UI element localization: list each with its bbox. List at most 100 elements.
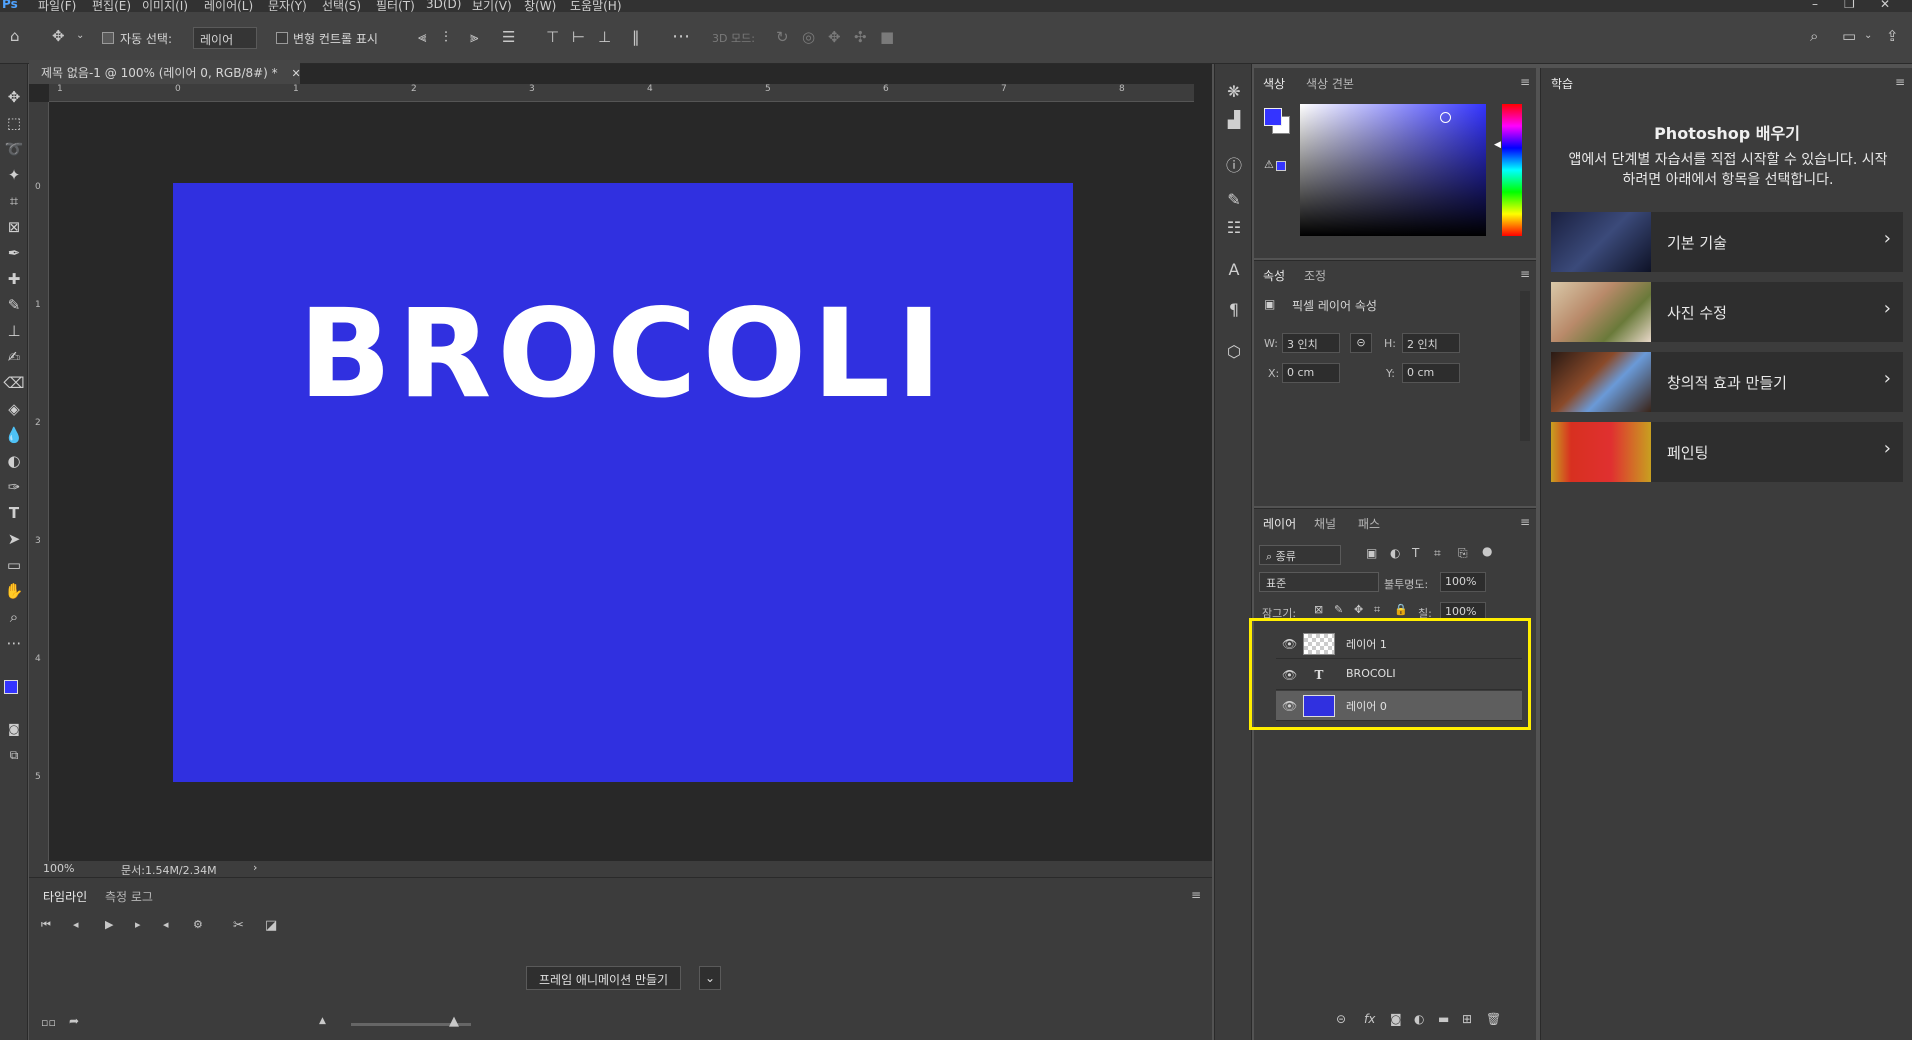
learn-menu-icon[interactable]: ≡ [1895,75,1905,89]
filter-shape-icon[interactable]: ⌗ [1434,547,1441,559]
learn-card-painting[interactable]: 페인팅 › [1551,422,1903,482]
align-middle-icon[interactable]: ⊢ [572,30,585,45]
tab-paths[interactable]: 패스 [1358,515,1380,532]
color-panel-menu-icon[interactable]: ≡ [1520,75,1530,89]
menu-file[interactable]: 파일(F) [38,0,76,12]
audio-icon[interactable]: ◂ [163,919,169,930]
play-icon[interactable]: ▶ [105,919,113,930]
distribute-horizontal-icon[interactable]: ‖ [632,30,640,45]
properties-menu-icon[interactable]: ≡ [1520,267,1530,281]
layers-menu-icon[interactable]: ≡ [1520,515,1530,529]
new-group-icon[interactable]: ▬ [1438,1013,1449,1025]
histogram-icon[interactable]: ▟ [1215,110,1253,129]
lock-all-icon[interactable]: 🔒 [1394,604,1408,615]
menu-select[interactable]: 선택(S) [322,0,361,12]
learn-card-creative-effects[interactable]: 창의적 효과 만들기 › [1551,352,1903,412]
lock-transparent-icon[interactable]: ⊠ [1314,604,1323,615]
panel-menu-icon[interactable]: ≡ [1191,888,1201,902]
search-icon[interactable]: ⌕ [1810,29,1818,44]
align-center-icon[interactable]: ⫶ [444,30,448,45]
crop-tool-icon[interactable]: ⌗ [3,190,25,212]
character-icon[interactable]: A [1215,260,1253,279]
more-options-icon[interactable]: ⋯ [672,28,690,46]
new-adjustment-layer-icon[interactable]: ◐ [1414,1013,1424,1025]
filter-adjustment-icon[interactable]: ◐ [1390,547,1400,559]
properties-scrollbar[interactable] [1520,291,1530,441]
align-right-icon[interactable]: ⫸ [470,30,478,45]
type-tool-icon[interactable]: T [3,502,25,524]
menu-3d[interactable]: 3D(D) [426,0,461,11]
move-tool-icon[interactable]: ✥ [3,86,25,108]
frame-tool-icon[interactable]: ⊠ [3,216,25,238]
convert-arrow-icon[interactable]: ➦ [69,1015,79,1027]
menu-view[interactable]: 보기(V) [472,0,512,12]
brush-settings-icon[interactable]: ✎ [1215,190,1253,209]
delete-layer-icon[interactable]: 🗑 [1486,1013,1501,1025]
x-field[interactable]: 0 cm [1282,363,1340,383]
menu-edit[interactable]: 편집(E) [92,0,131,12]
move-tool-icon[interactable]: ✥ [52,29,65,44]
3d-cube-icon[interactable]: ⬡ [1215,342,1253,361]
stamp-tool-icon[interactable]: ⊥ [3,320,25,342]
gamut-warning-icon[interactable]: ⚠ [1264,158,1274,171]
create-frame-animation-button[interactable]: 프레임 애니메이션 만들기 [526,966,682,990]
link-layers-icon[interactable]: ⊝ [1336,1013,1346,1025]
menu-image[interactable]: 이미지(I) [142,0,188,12]
adjustments-icon[interactable]: ☷ [1215,218,1253,237]
lock-pixels-icon[interactable]: ✎ [1334,604,1343,615]
add-mask-icon[interactable]: ◙ [1390,1013,1402,1025]
tab-adjustments[interactable]: 조정 [1304,267,1326,284]
magic-wand-tool-icon[interactable]: ✦ [3,164,25,186]
paragraph-icon[interactable]: ¶ [1215,300,1253,319]
previous-frame-icon[interactable]: ◂ [73,919,79,930]
navigator-icon[interactable]: ❋ [1215,82,1253,101]
paint-bucket-tool-icon[interactable]: ◈ [3,398,25,420]
color-field[interactable] [1300,104,1486,236]
hue-slider[interactable] [1502,104,1522,236]
distribute-icon[interactable]: ☰ [502,30,515,45]
close-tab-icon[interactable]: ✕ [292,67,301,80]
blend-mode-dropdown[interactable]: 표준 [1259,572,1379,592]
canvas-text-brocoli[interactable]: BROCOLI [173,283,1073,425]
zoom-level[interactable]: 100% [43,862,74,875]
healing-brush-tool-icon[interactable]: ✚ [3,268,25,290]
y-field[interactable]: 0 cm [1402,363,1460,383]
align-top-icon[interactable]: ⊤ [546,30,559,45]
color-picker-handle[interactable] [1440,112,1451,123]
frames-view-icon[interactable]: ▫▫ [41,1017,56,1028]
layer-filter-dropdown[interactable]: ⌕ 종류 [1259,545,1341,565]
marquee-tool-icon[interactable]: ⬚ [3,112,25,134]
chevron-down-icon[interactable]: ⌄ [76,31,84,41]
screen-mode-icon[interactable]: ⧉ [3,744,25,766]
next-frame-icon[interactable]: ▸ [135,919,141,930]
eyedropper-tool-icon[interactable]: ✒ [3,242,25,264]
lock-artboard-icon[interactable]: ⌗ [1374,604,1380,615]
learn-card-basic-skills[interactable]: 기본 기술 › [1551,212,1903,272]
pen-tool-icon[interactable]: ✑ [3,476,25,498]
minimize-icon[interactable]: – [1812,0,1818,11]
lock-position-icon[interactable]: ✥ [1354,604,1363,615]
menu-layer[interactable]: 레이어(L) [204,0,253,12]
menu-help[interactable]: 도움말(H) [570,0,622,12]
zoom-out-timeline-icon[interactable]: ▲ [319,1017,326,1026]
restore-icon[interactable]: ❐ [1844,0,1855,11]
filter-pixel-icon[interactable]: ▣ [1366,547,1377,559]
layer-style-fx-icon[interactable]: fx [1364,1013,1375,1025]
web-safe-swatch[interactable] [1276,161,1286,171]
tab-swatches[interactable]: 색상 견본 [1306,75,1354,92]
transition-icon[interactable]: ◪ [265,919,277,932]
workspace-chevron-icon[interactable]: ⌄ [1864,31,1872,41]
hue-slider-marker-icon[interactable]: ◀ [1494,140,1501,150]
color-foreground-swatch[interactable] [1264,108,1282,126]
learn-card-photo-fix[interactable]: 사진 수정 › [1551,282,1903,342]
document-tab[interactable]: 제목 없음-1 @ 100% (레이어 0, RGB/8#) * ✕ [29,60,301,84]
align-left-icon[interactable]: ⫷ [418,30,426,45]
tab-timeline[interactable]: 타임라인 [43,888,87,905]
zoom-in-timeline-icon[interactable]: ▲ [449,1015,459,1028]
eraser-tool-icon[interactable]: ⌫ [3,372,25,394]
menu-window[interactable]: 창(W) [524,0,556,12]
filter-type-icon[interactable]: T [1412,547,1419,559]
width-field[interactable]: 3 인치 [1282,333,1340,353]
align-bottom-icon[interactable]: ⊥ [598,30,611,45]
path-selection-tool-icon[interactable]: ➤ [3,528,25,550]
